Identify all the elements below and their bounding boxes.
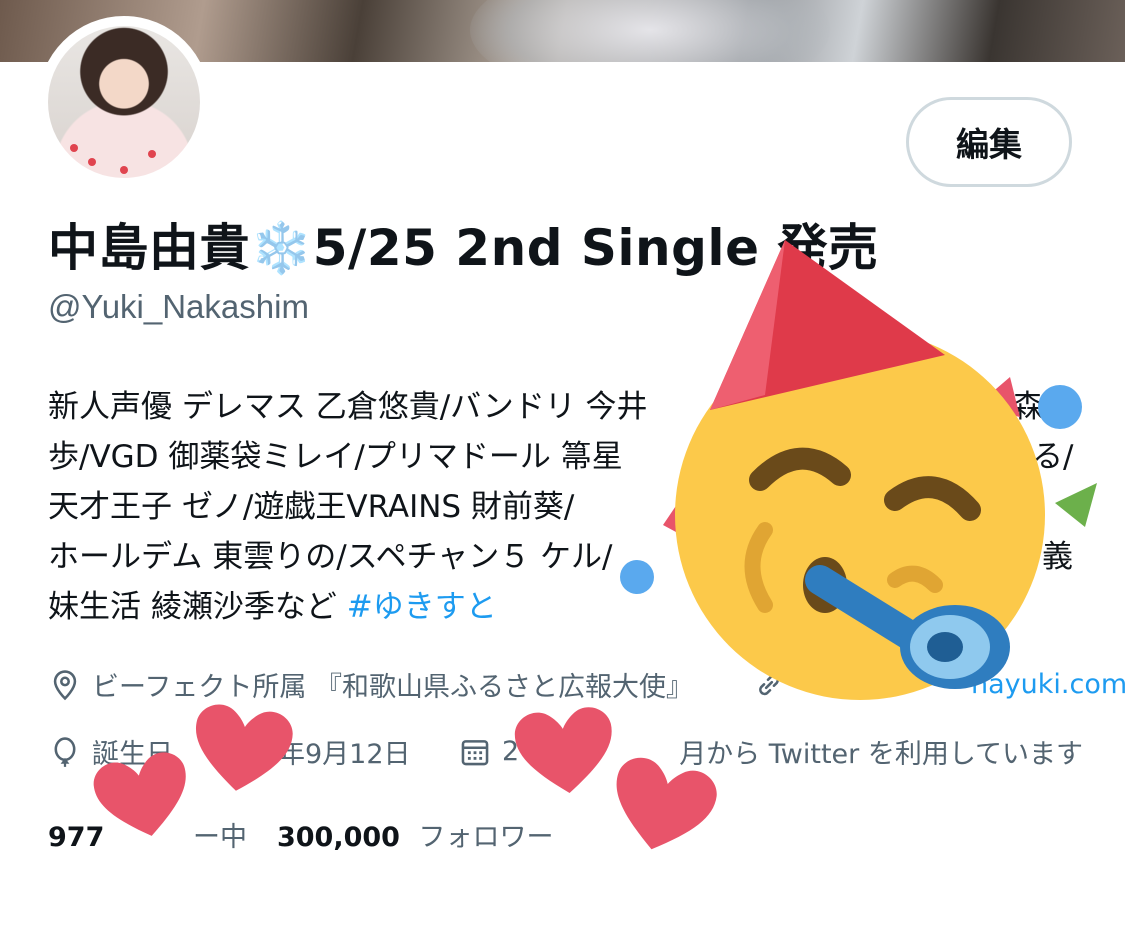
hashtag-link[interactable]: #ゆきすと xyxy=(347,589,497,625)
heart-sticker-icon xyxy=(196,704,293,791)
bio-text: 歩/VGD 御薬袋ミレイ/プリマドール 箒星 xyxy=(48,439,623,475)
heart-sticker-icon xyxy=(616,757,717,850)
user-handle: @Yuki_Nakashim xyxy=(48,288,309,325)
edit-profile-button[interactable]: 編集 xyxy=(906,97,1072,187)
bio-text: 妹生活 綾瀬沙季など xyxy=(48,589,337,625)
snowflake-emoji: ❄️ xyxy=(250,219,313,277)
following-label: ー中 xyxy=(192,822,247,853)
bio-text: ホールデム 東雲りの/スペチャン５ ケル/ xyxy=(48,539,613,575)
calendar-icon xyxy=(461,739,489,765)
avatar[interactable] xyxy=(48,26,200,178)
followers-stat[interactable]: 300,000 フォロワー xyxy=(277,815,554,854)
followers-count: 300,000 xyxy=(276,822,400,853)
display-name-text: 中島由貴 xyxy=(48,219,250,277)
followers-label: フォロワー xyxy=(418,822,554,853)
joined-text: 月から Twitter を利用しています xyxy=(679,739,1084,770)
balloon-icon xyxy=(54,736,76,767)
location-pin-icon xyxy=(53,669,77,700)
bio-text: 新人声優 デレマス 乙倉悠貴/バンドリ 今井 xyxy=(48,389,648,425)
party-face-emoji-icon xyxy=(620,240,1097,700)
bio-text: 天才王子 ゼノ/遊戯王VRAINS 財前葵/ xyxy=(48,489,575,525)
